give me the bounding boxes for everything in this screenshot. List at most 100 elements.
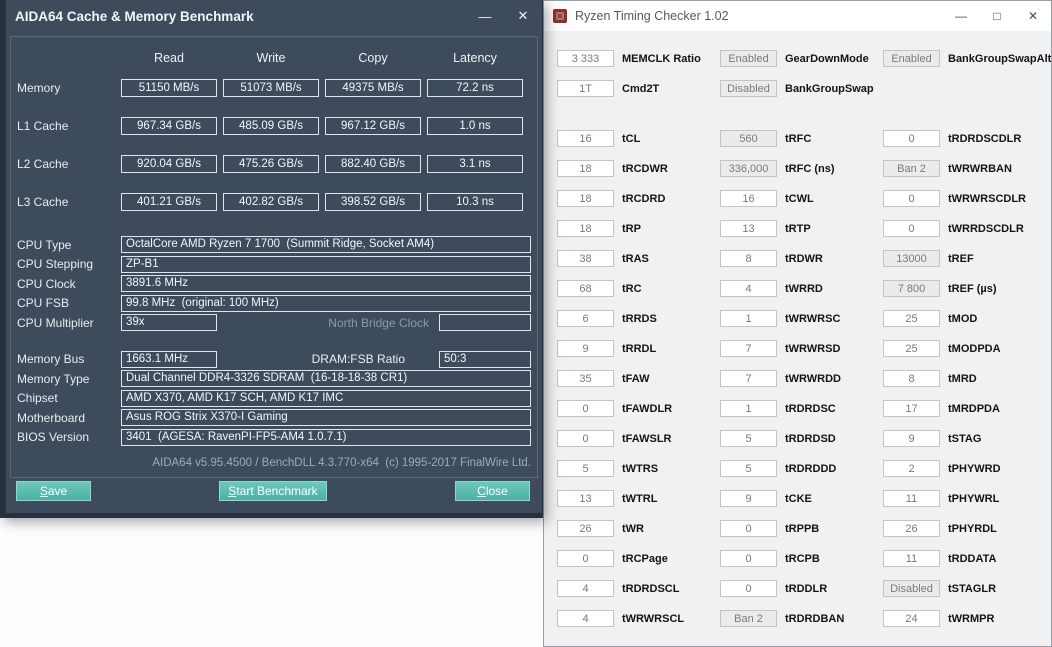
timing-value-input[interactable]: [883, 610, 940, 627]
timing-label: tRDRDSCDLR: [948, 132, 1022, 145]
timing-value-input[interactable]: [557, 460, 614, 477]
timing-value-input[interactable]: [557, 340, 614, 357]
window-title: AIDA64 Cache & Memory Benchmark: [15, 8, 254, 24]
timing-value-input[interactable]: [557, 250, 614, 267]
timing-value-input[interactable]: [557, 520, 614, 537]
timing-label: tRDWR: [785, 252, 823, 265]
maximize-button[interactable]: □: [979, 1, 1015, 31]
timing-field: tWRWRSCL: [557, 610, 722, 627]
timing-label: tRDDLR: [785, 582, 828, 595]
timing-value-input[interactable]: [557, 280, 614, 297]
info-label: CPU FSB: [17, 296, 70, 311]
timing-value-input[interactable]: [720, 280, 777, 297]
timing-label: tRAS: [622, 252, 649, 265]
minimize-button[interactable]: —: [943, 1, 979, 31]
timing-value-input[interactable]: [720, 190, 777, 207]
timing-value-input[interactable]: [557, 50, 614, 67]
timing-value-input[interactable]: [720, 370, 777, 387]
close-button[interactable]: ✕: [1015, 1, 1051, 31]
timing-field: tRRDS: [557, 310, 722, 327]
rtc-top-column-2: GearDownMode BankGroupSwap: [720, 50, 885, 110]
save-button[interactable]: Save: [16, 481, 91, 501]
timing-value-input[interactable]: [557, 550, 614, 567]
timing-value-input[interactable]: [557, 610, 614, 627]
column-header: Copy: [358, 51, 388, 65]
timing-label: tWRWRSD: [785, 342, 841, 355]
timing-value-input[interactable]: [883, 160, 940, 177]
bench-latency-value: 1.0 ns: [427, 117, 523, 135]
timing-value-input[interactable]: [557, 490, 614, 507]
timing-value-input[interactable]: [883, 490, 940, 507]
timing-value-input[interactable]: [883, 310, 940, 327]
timing-value-input[interactable]: [883, 130, 940, 147]
timing-value-input[interactable]: [557, 160, 614, 177]
close-button[interactable]: ✕: [504, 0, 542, 32]
info-label: Chipset: [17, 391, 58, 406]
timing-field: tWRWRSD: [720, 340, 885, 357]
rtc-timing-column-3: tRDRDSCDLR tWRWRBAN tWRWRSCDLR t: [883, 130, 1048, 640]
timing-value-input[interactable]: [720, 430, 777, 447]
timing-value-input[interactable]: [883, 370, 940, 387]
timing-value-input[interactable]: [720, 400, 777, 417]
timing-label: tWRWRSCDLR: [948, 192, 1027, 205]
timing-value-input[interactable]: [557, 400, 614, 417]
timing-field: tWRRD: [720, 280, 885, 297]
timing-value-input[interactable]: [883, 190, 940, 207]
timing-value-input[interactable]: [883, 400, 940, 417]
timing-value-input[interactable]: [720, 160, 777, 177]
timing-value-input[interactable]: [557, 580, 614, 597]
timing-field: tRDRDSCDLR: [883, 130, 1048, 147]
timing-value-input[interactable]: [557, 130, 614, 147]
timing-value-input[interactable]: [883, 220, 940, 237]
timing-label: MEMCLK Ratio: [622, 52, 701, 65]
timing-value-input[interactable]: [557, 430, 614, 447]
timing-label: tRDRDBAN: [785, 612, 845, 625]
timing-value-input[interactable]: [720, 80, 777, 97]
timing-field: tRDRDSC: [720, 400, 885, 417]
timing-value-input[interactable]: [883, 460, 940, 477]
bench-read-value: 967.34 GB/s: [121, 117, 217, 135]
timing-value-input[interactable]: [557, 80, 614, 97]
timing-value-input[interactable]: [720, 490, 777, 507]
timing-value-input[interactable]: [720, 130, 777, 147]
info-label: CPU Stepping: [17, 257, 94, 272]
timing-value-input[interactable]: [557, 190, 614, 207]
timing-value-input[interactable]: [883, 280, 940, 297]
timing-value-input[interactable]: [883, 250, 940, 267]
start-benchmark-button[interactable]: Start Benchmark: [219, 481, 327, 501]
timing-label: Cmd2T: [622, 82, 660, 95]
timing-value-input[interactable]: [883, 430, 940, 447]
timing-value-input[interactable]: [720, 460, 777, 477]
timing-value-input[interactable]: [720, 520, 777, 537]
timing-value-input[interactable]: [720, 310, 777, 327]
timing-value-input[interactable]: [720, 550, 777, 567]
cpu-multiplier-value: 39x: [121, 314, 217, 332]
cpu-info-section: CPU Type OctalCore AMD Ryzen 7 1700 (Sum…: [17, 235, 531, 313]
timing-field: tRCPB: [720, 550, 885, 567]
timing-value-input[interactable]: [720, 580, 777, 597]
info-row: CPU Stepping ZP-B1: [17, 255, 531, 275]
timing-value-input[interactable]: [883, 550, 940, 567]
timing-value-input[interactable]: [557, 220, 614, 237]
timing-value-input[interactable]: [720, 220, 777, 237]
timing-label: tCWL: [785, 192, 814, 205]
info-value: AMD X370, AMD K17 SCH, AMD K17 IMC: [121, 389, 531, 407]
timing-value-input[interactable]: [557, 370, 614, 387]
timing-value-input[interactable]: [883, 50, 940, 67]
dram-fsb-ratio-label: DRAM:FSB Ratio: [311, 352, 405, 367]
timing-value-input[interactable]: [720, 50, 777, 67]
minimize-button[interactable]: —: [466, 0, 504, 32]
timing-label: tMRD: [948, 372, 977, 385]
timing-value-input[interactable]: [720, 340, 777, 357]
bench-row: L2 Cache 920.04 GB/s 475.26 GB/s 882.40 …: [17, 145, 531, 183]
timing-field: tWR: [557, 520, 722, 537]
timing-label: tRCPage: [622, 552, 668, 565]
timing-value-input[interactable]: [883, 580, 940, 597]
close-action-button[interactable]: Close: [455, 481, 530, 501]
timing-value-input[interactable]: [720, 250, 777, 267]
timing-value-input[interactable]: [720, 610, 777, 627]
timing-field: tSTAG: [883, 430, 1048, 447]
timing-value-input[interactable]: [557, 310, 614, 327]
timing-value-input[interactable]: [883, 520, 940, 537]
timing-value-input[interactable]: [883, 340, 940, 357]
